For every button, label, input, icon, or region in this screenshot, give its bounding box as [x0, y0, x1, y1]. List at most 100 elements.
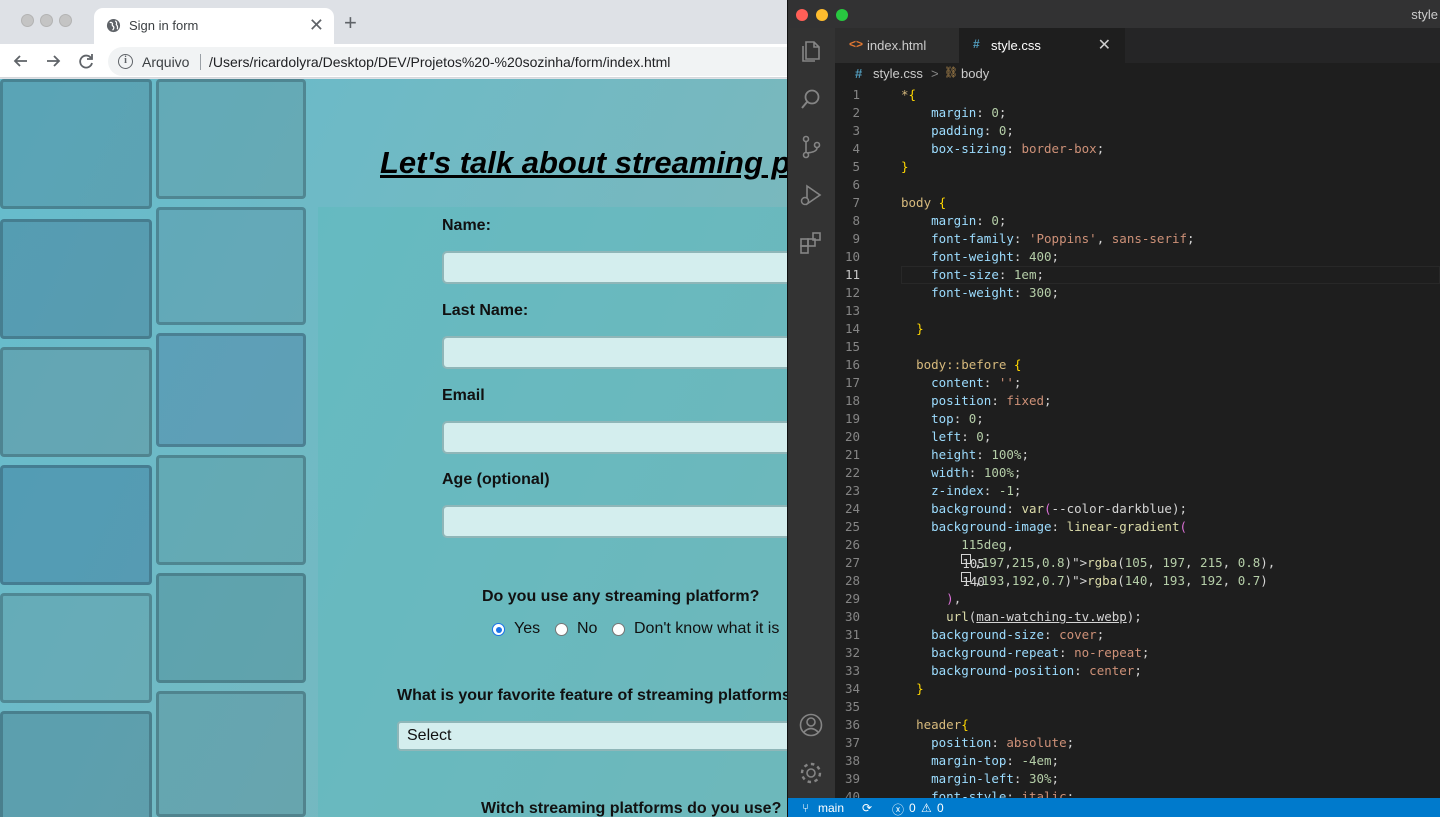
code-line[interactable]: 14 }: [835, 320, 1440, 338]
code-line[interactable]: 20 left: 0;: [835, 428, 1440, 446]
code-text: ),: [946, 591, 962, 606]
radio-no[interactable]: [555, 623, 568, 636]
breadcrumb-file[interactable]: style.css: [873, 66, 923, 81]
address-separator: [200, 54, 201, 70]
code-line[interactable]: 28 140,193,192,0.7)">rgba(140, 193, 192,…: [835, 572, 1440, 590]
feature-question: What is your favorite feature of streami…: [397, 687, 790, 704]
code-line[interactable]: 12 font-weight: 300;: [835, 284, 1440, 302]
code-line[interactable]: 21 height: 100%;: [835, 446, 1440, 464]
branch-name[interactable]: main: [818, 801, 844, 815]
code-line[interactable]: 4 box-sizing: border-box;: [835, 140, 1440, 158]
tab-style-css[interactable]: # style.css ✕: [959, 28, 1125, 63]
code-line[interactable]: 6: [835, 176, 1440, 194]
address-bar[interactable]: i Arquivo /Users/ricardolyra/Desktop/DEV…: [108, 47, 790, 76]
name-label: Name:: [442, 217, 491, 234]
code-line[interactable]: 37 position: absolute;: [835, 734, 1440, 752]
forward-arrow-icon[interactable]: [42, 50, 64, 72]
branch-icon: ⑂: [802, 801, 810, 815]
code-line[interactable]: 13: [835, 302, 1440, 320]
code-text: top: 0;: [931, 411, 984, 426]
last-name-field[interactable]: [442, 336, 790, 369]
code-line[interactable]: 15: [835, 338, 1440, 356]
code-line[interactable]: 18 position: fixed;: [835, 392, 1440, 410]
vscode-close-button[interactable]: [796, 9, 808, 21]
code-line[interactable]: 39 margin-left: 30%;: [835, 770, 1440, 788]
code-text: 105,197,215,0.8)">rgba(105, 197, 215, 0.…: [961, 554, 1276, 571]
code-line[interactable]: 11 font-size: 1em;: [835, 266, 1440, 284]
code-line[interactable]: 26 115deg,: [835, 536, 1440, 554]
code-line[interactable]: 22 width: 100%;: [835, 464, 1440, 482]
close-window-button[interactable]: [21, 14, 34, 27]
back-arrow-icon[interactable]: [10, 50, 32, 72]
code-editor[interactable]: 1 *{2 margin: 0; 3 padding: 0; 4 box-sizing…: [835, 85, 1440, 804]
code-line[interactable]: 36 header{: [835, 716, 1440, 734]
code-line[interactable]: 10 font-weight: 400;: [835, 248, 1440, 266]
code-line[interactable]: 34 }: [835, 680, 1440, 698]
code-line[interactable]: 8 margin: 0;: [835, 212, 1440, 230]
line-number: 2: [852, 105, 860, 120]
code-line[interactable]: 1 *{: [835, 86, 1440, 104]
radio-dont-know[interactable]: [612, 623, 625, 636]
code-line[interactable]: 23 z-index: -1;: [835, 482, 1440, 500]
sync-icon[interactable]: ⟳: [862, 801, 872, 815]
code-line[interactable]: 17 content: '';: [835, 374, 1440, 392]
code-line[interactable]: 2 margin: 0;: [835, 104, 1440, 122]
radio-yes[interactable]: [492, 623, 505, 636]
code-text: content: '';: [931, 375, 1022, 390]
line-number: 5: [852, 159, 860, 174]
code-text: font-family: 'Poppins', sans-serif;: [931, 231, 1195, 246]
code-line[interactable]: 27 105,197,215,0.8)">rgba(105, 197, 215,…: [835, 554, 1440, 572]
email-label: Email: [442, 387, 485, 404]
tab-close-icon[interactable]: ✕: [1098, 35, 1111, 55]
code-line[interactable]: 24 background: var(--color-darkblue);: [835, 500, 1440, 518]
feature-select[interactable]: Select: [397, 721, 790, 751]
tab-index-html[interactable]: <> index.html: [835, 28, 959, 63]
code-text: position: fixed;: [931, 393, 1052, 408]
warning-count[interactable]: 0: [937, 801, 944, 815]
code-line[interactable]: 3 padding: 0;: [835, 122, 1440, 140]
code-text: font-size: 1em;: [931, 267, 1045, 282]
code-line[interactable]: 25 background-image: linear-gradient(: [835, 518, 1440, 536]
age-field[interactable]: [442, 505, 790, 538]
explorer-icon[interactable]: [798, 38, 824, 64]
radio-yes-label[interactable]: Yes: [514, 620, 540, 638]
code-line[interactable]: 31 background-size: cover;: [835, 626, 1440, 644]
zoom-window-button[interactable]: [59, 14, 72, 27]
tab-close-icon[interactable]: ✕: [309, 14, 324, 36]
line-number: 15: [844, 339, 860, 354]
last-name-label: Last Name:: [442, 302, 529, 319]
reload-icon[interactable]: [75, 50, 97, 72]
code-line[interactable]: 35: [835, 698, 1440, 716]
info-icon[interactable]: i: [118, 54, 133, 69]
new-tab-button[interactable]: +: [344, 11, 357, 35]
line-number: 32: [844, 645, 860, 660]
minimize-window-button[interactable]: [40, 14, 53, 27]
code-text: background-size: cover;: [931, 627, 1105, 642]
code-text: box-sizing: border-box;: [931, 141, 1105, 156]
email-field[interactable]: [442, 421, 790, 454]
code-line[interactable]: 16 body::before {: [835, 356, 1440, 374]
radio-dont-know-label[interactable]: Don't know what it is: [634, 620, 779, 638]
name-field[interactable]: [442, 251, 790, 284]
breadcrumb-symbol[interactable]: body: [961, 66, 989, 81]
code-text: height: 100%;: [931, 447, 1029, 462]
radio-no-label[interactable]: No: [577, 620, 597, 638]
code-line[interactable]: 19 top: 0;: [835, 410, 1440, 428]
code-line[interactable]: 38 margin-top: -4em;: [835, 752, 1440, 770]
vscode-zoom-button[interactable]: [836, 9, 848, 21]
code-line[interactable]: 30 url(man-watching-tv.webp);: [835, 608, 1440, 626]
code-line[interactable]: 9 font-family: 'Poppins', sans-serif;: [835, 230, 1440, 248]
code-line[interactable]: 7 body {: [835, 194, 1440, 212]
vscode-minimize-button[interactable]: [816, 9, 828, 21]
error-count[interactable]: 0: [909, 801, 916, 815]
address-url[interactable]: /Users/ricardolyra/Desktop/DEV/Projetos%…: [209, 54, 670, 70]
browser-tab[interactable]: Sign in form ✕: [94, 8, 334, 44]
code-line[interactable]: 29 ),: [835, 590, 1440, 608]
tab-title: Sign in form: [129, 18, 199, 33]
code-line[interactable]: 33 background-position: center;: [835, 662, 1440, 680]
code-line[interactable]: 32 background-repeat: no-repeat;: [835, 644, 1440, 662]
status-bar: ⑂ main ⟳ ⓧ 0 ⚠ 0: [788, 798, 1440, 817]
line-number: 37: [844, 735, 860, 750]
code-line[interactable]: 5}: [835, 158, 1440, 176]
line-number: 1: [852, 87, 860, 102]
